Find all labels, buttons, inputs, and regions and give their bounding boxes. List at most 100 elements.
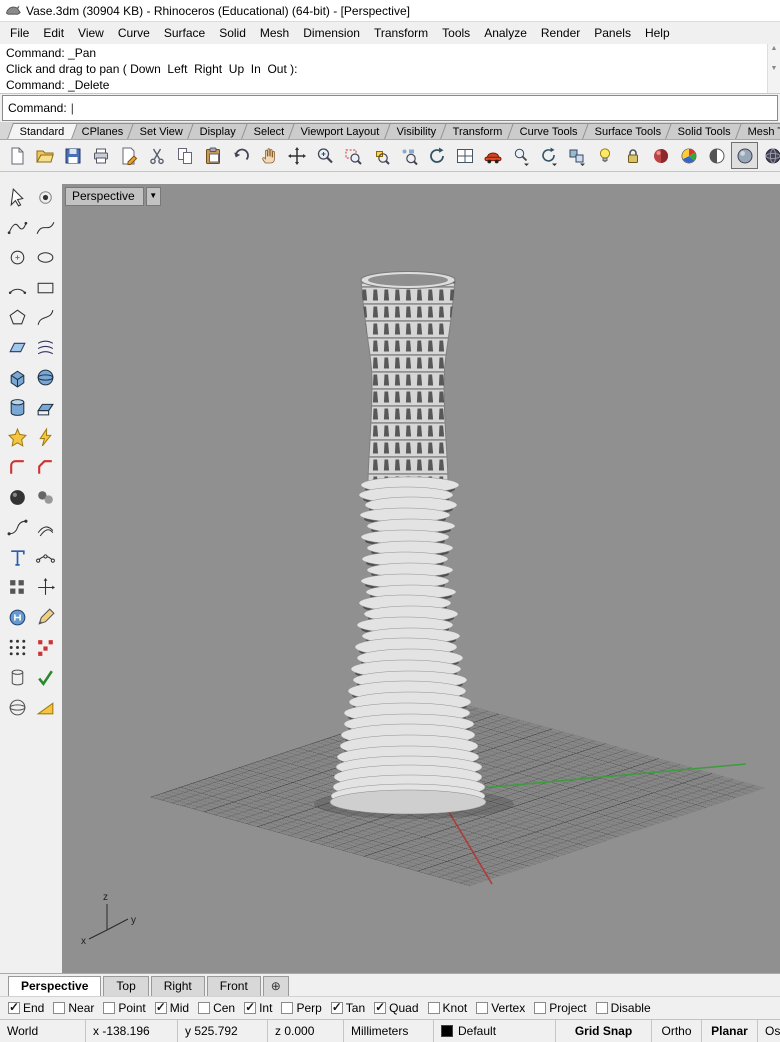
render-button[interactable] — [479, 142, 506, 169]
lock-button[interactable] — [619, 142, 646, 169]
undo-button[interactable] — [227, 142, 254, 169]
sidebar-tool-edit-points[interactable] — [32, 544, 59, 570]
cplane-indicator[interactable]: World — [0, 1020, 86, 1042]
view-flyout-button[interactable] — [535, 142, 562, 169]
osnap-point-checkbox[interactable] — [103, 1002, 115, 1014]
toolbar-tab-set-view[interactable]: Set View — [127, 123, 196, 139]
sidebar-tool-chamfer[interactable] — [32, 454, 59, 480]
move-view-button[interactable] — [283, 142, 310, 169]
display-wireframe-button[interactable] — [759, 142, 780, 169]
toolbar-tab-transform[interactable]: Transform — [440, 123, 516, 139]
viewport-tab-right[interactable]: Right — [151, 976, 205, 996]
sidebar-tool-extrude-surface[interactable] — [32, 394, 59, 420]
osnap-vertex[interactable]: Vertex — [476, 1001, 525, 1015]
menu-mesh[interactable]: Mesh — [253, 24, 296, 42]
cut-button[interactable] — [143, 142, 170, 169]
pan-view-button[interactable] — [255, 142, 282, 169]
grid-snap-toggle[interactable]: Grid Snap — [556, 1020, 652, 1042]
save-file-button[interactable] — [59, 142, 86, 169]
display-shaded-button[interactable] — [731, 142, 758, 169]
paste-button[interactable] — [199, 142, 226, 169]
sidebar-tool-arc[interactable] — [4, 274, 31, 300]
menu-file[interactable]: File — [3, 24, 36, 42]
sidebar-tool-boolean-difference[interactable] — [32, 424, 59, 450]
sidebar-tool-check-geometry[interactable] — [32, 664, 59, 690]
menu-edit[interactable]: Edit — [36, 24, 71, 42]
sidebar-tool-cylinder[interactable] — [4, 394, 31, 420]
sidebar-tool-loft[interactable] — [32, 334, 59, 360]
toolbar-tab-surface-tools[interactable]: Surface Tools — [582, 123, 674, 139]
open-file-button[interactable] — [31, 142, 58, 169]
osnap-int-checkbox[interactable] — [244, 1002, 256, 1014]
toolbar-tab-visibility[interactable]: Visibility — [384, 123, 449, 139]
menu-view[interactable]: View — [71, 24, 111, 42]
display-ghosted-button[interactable] — [703, 142, 730, 169]
sidebar-tool-blend-curve[interactable] — [4, 514, 31, 540]
toolbar-tab-display[interactable]: Display — [188, 123, 250, 139]
osnap-mid[interactable]: Mid — [155, 1001, 189, 1015]
sidebar-tool-wedge[interactable] — [32, 694, 59, 720]
osnap-disable[interactable]: Disable — [596, 1001, 651, 1015]
menu-transform[interactable]: Transform — [367, 24, 435, 42]
sidebar-tool-control-point-curve[interactable] — [4, 214, 31, 240]
viewport-title-dropdown[interactable]: Perspective ▼ — [65, 187, 161, 206]
viewport-layout-button[interactable] — [451, 142, 478, 169]
print-button[interactable] — [87, 142, 114, 169]
osnap-project-checkbox[interactable] — [534, 1002, 546, 1014]
toolbar-tab-mesh-tools[interactable]: Mesh Tools — [735, 123, 780, 139]
sidebar-tool-blend-spheres[interactable] — [32, 484, 59, 510]
osnap-disable-checkbox[interactable] — [596, 1002, 608, 1014]
osnap-perp[interactable]: Perp — [281, 1001, 321, 1015]
osnap-vertex-checkbox[interactable] — [476, 1002, 488, 1014]
menu-curve[interactable]: Curve — [111, 24, 157, 42]
osnap-near-checkbox[interactable] — [53, 1002, 65, 1014]
viewport-title[interactable]: Perspective — [65, 187, 144, 206]
sidebar-tool-sphere-outline[interactable] — [4, 694, 31, 720]
rotate-view-button[interactable] — [423, 142, 450, 169]
sidebar-tool-interpolate-curve[interactable] — [32, 214, 59, 240]
sidebar-tool-rectangle[interactable] — [32, 274, 59, 300]
sidebar-tool-offset-curve[interactable] — [32, 514, 59, 540]
toolbar-tab-curve-tools[interactable]: Curve Tools — [507, 123, 591, 139]
toolbar-tab-standard[interactable]: Standard — [7, 123, 77, 139]
osnap-near[interactable]: Near — [53, 1001, 94, 1015]
osnap-mid-checkbox[interactable] — [155, 1002, 167, 1014]
sidebar-tool-boolean-union[interactable] — [4, 424, 31, 450]
osnap-project[interactable]: Project — [534, 1001, 586, 1015]
zoom-dynamic-button[interactable] — [311, 142, 338, 169]
viewport-tab-front[interactable]: Front — [207, 976, 261, 996]
menu-render[interactable]: Render — [534, 24, 587, 42]
sidebar-tool-polygon[interactable] — [4, 304, 31, 330]
menu-surface[interactable]: Surface — [157, 24, 212, 42]
osnap-knot[interactable]: Knot — [428, 1001, 468, 1015]
menu-tools[interactable]: Tools — [435, 24, 477, 42]
sidebar-tool-box[interactable] — [4, 364, 31, 390]
command-history-scrollbar[interactable]: ▲▼ — [767, 44, 780, 93]
osnap-cen[interactable]: Cen — [198, 1001, 235, 1015]
osnap-point[interactable]: Point — [103, 1001, 145, 1015]
planar-toggle[interactable]: Planar — [702, 1020, 758, 1042]
viewport-tab-perspective[interactable]: Perspective — [8, 976, 101, 996]
new-viewport-tab-button[interactable]: ⊕ — [263, 976, 289, 996]
cplane-flyout-button[interactable] — [563, 142, 590, 169]
menu-solid[interactable]: Solid — [212, 24, 253, 42]
command-input[interactable] — [77, 101, 772, 115]
units-indicator[interactable]: Millimeters — [344, 1020, 434, 1042]
display-rendered-button[interactable] — [647, 142, 674, 169]
osnap-end[interactable]: End — [8, 1001, 44, 1015]
sidebar-tool-array-points[interactable] — [4, 634, 31, 660]
sidebar-tool-circle[interactable] — [4, 244, 31, 270]
sidebar-tool-pipe[interactable] — [4, 664, 31, 690]
menu-panels[interactable]: Panels — [587, 24, 638, 42]
sidebar-tool-array-rect[interactable] — [4, 574, 31, 600]
zoom-extents-button[interactable] — [395, 142, 422, 169]
osnap-int[interactable]: Int — [244, 1001, 272, 1015]
sidebar-tool-point[interactable] — [32, 184, 59, 210]
menu-analyze[interactable]: Analyze — [477, 24, 534, 42]
osnap-toggle[interactable]: Osnap — [758, 1020, 780, 1042]
sidebar-tool-move-axis[interactable] — [32, 574, 59, 600]
sidebar-tool-freeform-curve[interactable] — [32, 304, 59, 330]
sidebar-tool-ellipse[interactable] — [32, 244, 59, 270]
sidebar-tool-array-polar[interactable] — [32, 634, 59, 660]
layer-indicator[interactable]: Default — [434, 1020, 556, 1042]
